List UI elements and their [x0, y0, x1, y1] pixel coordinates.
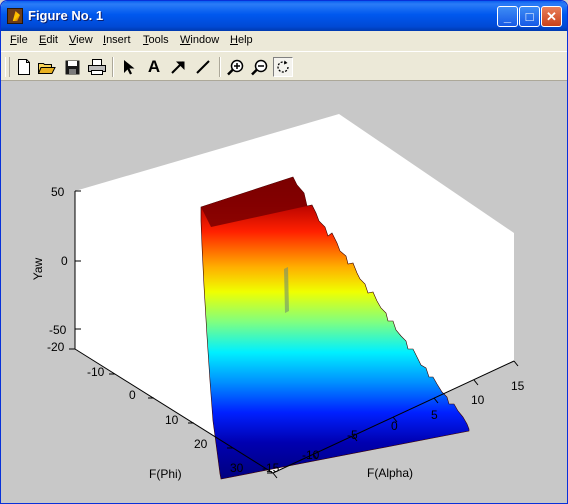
menu-insert-label: nsert [106, 34, 131, 46]
insert-text-button[interactable]: A [144, 57, 164, 77]
z-tick-label: 50 [51, 185, 65, 199]
menu-view-label: iew [76, 34, 93, 46]
rotate-3d-icon [277, 60, 289, 73]
matlab-icon [7, 8, 23, 24]
y-tick-label: 0 [129, 388, 136, 402]
figure-canvas[interactable]: 50 0 -50 Yaw -20 -10 0 10 20 30 F(Phi) -… [1, 81, 567, 503]
toolbar-grip[interactable] [5, 57, 10, 77]
toolbar-separator [112, 57, 114, 77]
menu-file-label: ile [16, 34, 28, 46]
menu-insert[interactable]: Insert [103, 34, 131, 46]
edit-plot-button[interactable] [119, 57, 139, 77]
menu-file-mnemonic: F [10, 34, 17, 46]
x-tick-mark [473, 379, 479, 386]
select-arrow-icon [124, 59, 135, 74]
y-tick-label: 20 [194, 437, 208, 451]
figure-window: Figure No. 1 _ □ ✕ File Edit View Insert… [0, 0, 568, 504]
open-file-icon [38, 62, 56, 74]
close-button[interactable]: ✕ [541, 6, 562, 27]
title-bar[interactable]: Figure No. 1 _ □ ✕ [1, 1, 567, 31]
insert-arrow-icon [171, 61, 185, 74]
z-tick-label: -50 [49, 323, 67, 337]
x-axis-label: F(Alpha) [367, 466, 413, 480]
zoom-in-icon [226, 59, 243, 75]
new-figure-icon [18, 59, 30, 75]
z-axis: 50 0 -50 Yaw [31, 185, 81, 349]
x-tick-label: -15 [262, 461, 280, 475]
x-tick-label: 15 [511, 379, 525, 393]
zoom-out-button[interactable] [249, 57, 269, 77]
menu-tools[interactable]: Tools [143, 34, 169, 46]
insert-line-icon [196, 60, 210, 74]
surface-plot[interactable]: 50 0 -50 Yaw -20 -10 0 10 20 30 F(Phi) -… [1, 81, 567, 503]
insert-text-icon: A [147, 57, 161, 76]
window-title: Figure No. 1 [28, 8, 104, 23]
menu-file[interactable]: File [10, 34, 28, 46]
menu-bar: File Edit View Insert Tools Window Help [1, 31, 567, 51]
menu-window-label: indow [190, 34, 220, 46]
print-icon [88, 59, 106, 75]
x-tick-mark [513, 360, 519, 367]
y-tick-label: 30 [230, 461, 244, 475]
minimize-button[interactable]: _ [497, 6, 518, 27]
menu-edit-label: dit [46, 34, 58, 46]
x-tick-label: 10 [471, 393, 485, 407]
menu-help-mnemonic: H [230, 34, 238, 46]
y-tick-label: -20 [47, 340, 65, 354]
x-tick-label: 0 [391, 419, 398, 433]
menu-help-label: elp [237, 34, 253, 46]
toolbar-separator [219, 57, 221, 77]
x-tick-label: 5 [431, 408, 438, 422]
x-tick-label: -10 [302, 448, 320, 462]
y-tick-label: -10 [87, 365, 105, 379]
open-file-button[interactable] [37, 57, 57, 77]
menu-tools-label: ools [148, 34, 169, 46]
insert-arrow-button[interactable] [168, 57, 188, 77]
rotate-3d-button[interactable] [273, 57, 293, 77]
print-button[interactable] [87, 57, 107, 77]
zoom-in-button[interactable] [225, 57, 245, 77]
insert-line-button[interactable] [193, 57, 213, 77]
menu-edit[interactable]: Edit [39, 34, 58, 46]
x-tick-label: -5 [347, 428, 358, 442]
menu-help[interactable]: Help [230, 34, 253, 46]
maximize-button[interactable]: □ [519, 6, 540, 27]
y-axis-label: F(Phi) [149, 467, 182, 481]
new-figure-button[interactable] [14, 57, 34, 77]
menu-window[interactable]: Window [180, 34, 219, 46]
menu-view[interactable]: View [69, 34, 93, 46]
z-axis-label: Yaw [31, 257, 45, 280]
y-tick-label: 10 [165, 413, 179, 427]
save-icon [65, 60, 79, 74]
menu-window-mnemonic: W [180, 34, 191, 46]
save-button[interactable] [62, 57, 82, 77]
zoom-out-icon [250, 59, 267, 75]
figure-toolbar: A [1, 51, 567, 81]
z-tick-label: 0 [61, 254, 68, 268]
